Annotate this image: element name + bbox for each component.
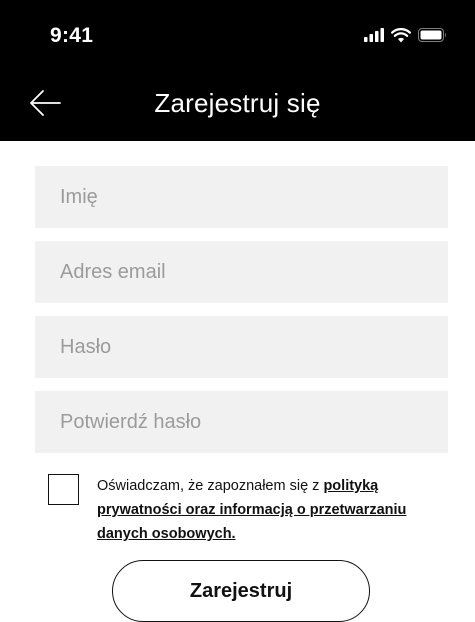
- consent-checkbox[interactable]: [48, 474, 79, 505]
- confirm-password-field[interactable]: [35, 391, 448, 453]
- battery-icon: [418, 28, 446, 42]
- email-field[interactable]: [35, 241, 448, 303]
- signal-icon: [364, 28, 384, 42]
- page-title: Zarejestruj się: [154, 88, 321, 118]
- consent-text: Oświadczam, że zapoznałem się z polityką…: [97, 474, 437, 546]
- name-field[interactable]: [35, 166, 448, 228]
- password-field[interactable]: [35, 316, 448, 378]
- wifi-icon: [391, 27, 411, 42]
- top-bar: 9:41 Zarejestruj się: [0, 0, 475, 141]
- status-icons: [364, 27, 447, 43]
- status-time: 9:41: [50, 24, 94, 47]
- register-button[interactable]: Zarejestruj: [112, 560, 370, 622]
- consent-prefix: Oświadczam, że zapoznałem się z: [97, 478, 324, 494]
